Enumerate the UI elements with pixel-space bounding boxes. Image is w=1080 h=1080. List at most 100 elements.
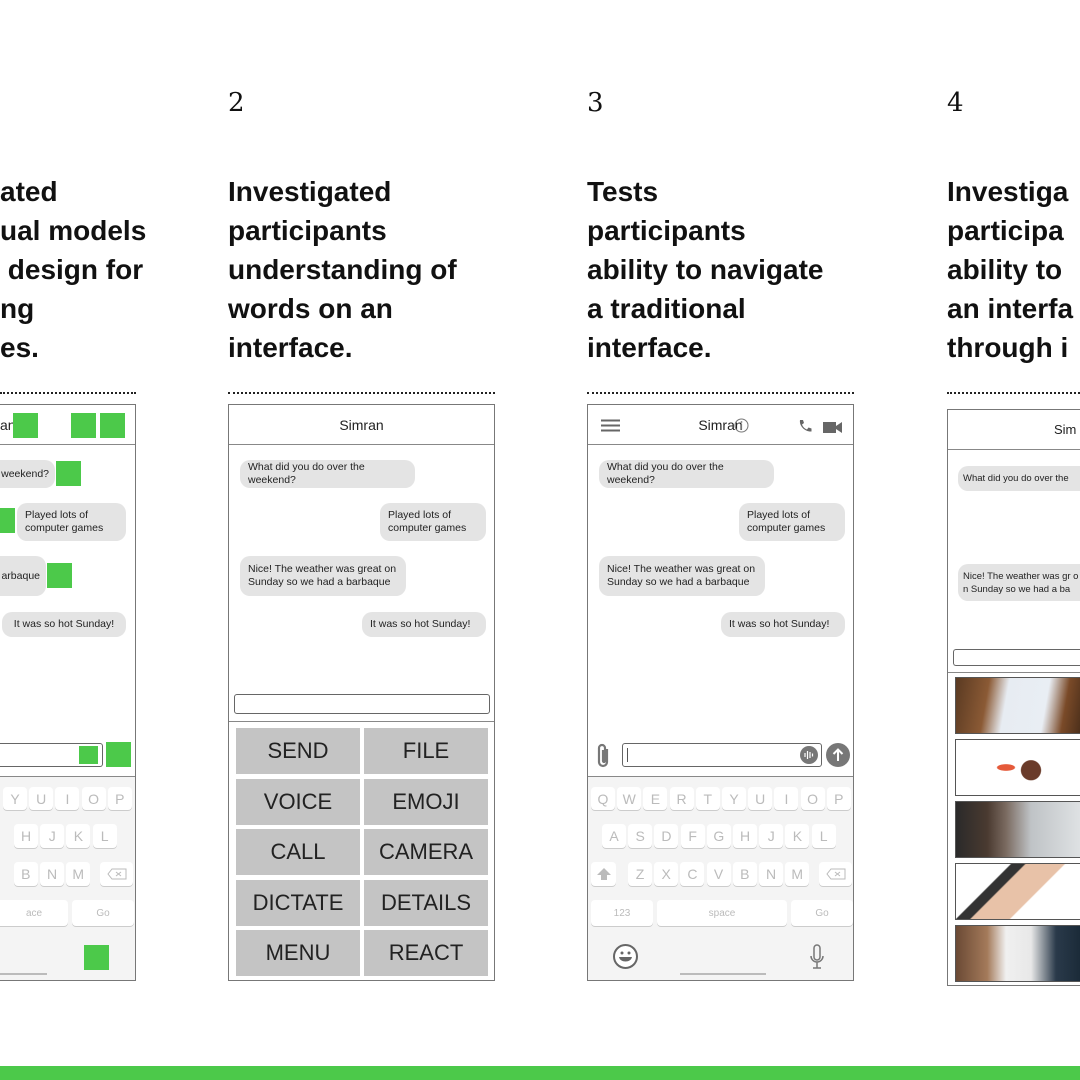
step-number: 4 [947,88,964,118]
microphone-icon[interactable] [809,944,825,975]
key-j[interactable]: J [759,824,784,848]
message-input[interactable] [234,694,490,714]
message-text: What did you do over the weekend? [607,461,724,486]
button-details[interactable]: DETAILS [364,879,488,926]
key-n[interactable]: N [40,862,64,886]
emoji-icon[interactable] [613,944,638,974]
button-menu[interactable]: MENU [236,930,360,976]
backspace-key[interactable] [100,862,133,886]
button-voice[interactable]: VOICE [236,778,360,825]
menu-photo[interactable] [955,925,1080,982]
button-dictate[interactable]: DICTATE [236,879,360,926]
microphone-photo[interactable] [955,863,1080,920]
message-input[interactable] [622,743,822,767]
message-input[interactable] [953,649,1080,666]
button-camera[interactable]: CAMERA [364,829,488,875]
title-line: ability to [947,254,1063,285]
key-h[interactable]: H [733,824,757,848]
key-j[interactable]: J [40,824,65,848]
key-h[interactable]: H [14,824,38,848]
key-c[interactable]: C [680,862,705,886]
message-bubble: weekend? [0,460,55,488]
green-icon-placeholder[interactable] [84,945,109,970]
shift-key[interactable] [591,862,616,886]
message-bubble: Played lots of computer games [17,503,126,541]
green-icon-placeholder[interactable] [13,413,38,438]
key-d[interactable]: D [654,824,679,848]
key-f[interactable]: F [680,824,705,848]
title-line: participa [947,215,1064,246]
button-emoji[interactable]: EMOJI [364,778,488,825]
key-x[interactable]: X [654,862,679,886]
key-o[interactable]: O [800,787,825,810]
go-key[interactable]: Go [72,900,134,926]
key-l[interactable]: L [92,824,117,848]
green-icon-placeholder[interactable] [106,742,131,767]
message-bubble: Played lots of computer games [380,503,486,541]
key-q[interactable]: Q [591,787,615,810]
message-text: Played lots of computer games [388,509,467,534]
numbers-key[interactable]: 123 [591,900,653,926]
message-text: It was so hot Sunday! [370,618,471,630]
phone-mockup-word-buttons: Simran What did you do over the weekend? P… [228,404,495,981]
key-n[interactable]: N [759,862,783,886]
backspace-key[interactable] [819,862,852,886]
message-bubble: It was so hot Sunday! [2,612,126,637]
green-icon-placeholder[interactable] [56,461,81,486]
key-s[interactable]: S [628,824,653,848]
voice-waveform-icon[interactable] [800,746,818,769]
key-a[interactable]: A [602,824,626,848]
key-k[interactable]: K [66,824,91,848]
key-p[interactable]: P [826,787,851,810]
envelope-photo[interactable] [955,677,1080,734]
key-r[interactable]: R [669,787,694,810]
dotted-divider [0,392,136,394]
key-i[interactable]: I [55,787,80,810]
key-u[interactable]: U [29,787,54,810]
voice-message-photo[interactable] [955,739,1080,796]
green-icon-placeholder[interactable] [100,413,125,438]
green-icon-placeholder[interactable] [0,508,15,533]
button-file[interactable]: FILE [364,728,488,774]
key-g[interactable]: G [706,824,731,848]
video-call-icon[interactable] [823,420,842,438]
key-y[interactable]: Y [3,787,27,810]
button-react[interactable]: REACT [364,930,488,976]
message-bubble: Nice! The weather was great on Sunday so… [599,556,765,596]
green-footer-bar [0,1066,1080,1080]
key-p[interactable]: P [107,787,132,810]
space-key[interactable]: space [657,900,787,926]
key-y[interactable]: Y [722,787,746,810]
phone-call-photo[interactable] [955,801,1080,858]
go-key[interactable]: Go [791,900,853,926]
key-b[interactable]: B [13,862,38,886]
button-call[interactable]: CALL [236,829,360,875]
green-icon-placeholder[interactable] [79,746,98,764]
contact-name: an [0,417,16,433]
key-m[interactable]: M [66,862,91,886]
key-w[interactable]: W [617,787,642,810]
key-o[interactable]: O [81,787,106,810]
title-line: a traditional [587,293,746,324]
button-send[interactable]: SEND [236,728,360,774]
send-arrow-icon[interactable] [826,743,850,772]
green-icon-placeholder[interactable] [71,413,96,438]
phone-call-icon[interactable] [798,419,812,438]
key-m[interactable]: M [785,862,810,886]
attachment-icon[interactable] [596,743,612,774]
key-k[interactable]: K [785,824,810,848]
key-b[interactable]: B [732,862,757,886]
key-l[interactable]: L [811,824,836,848]
key-t[interactable]: T [695,787,720,810]
key-u[interactable]: U [748,787,773,810]
key-v[interactable]: V [706,862,731,886]
dotted-divider [947,392,1080,394]
key-z[interactable]: Z [628,862,652,886]
space-key[interactable]: ace [0,900,68,926]
key-i[interactable]: I [774,787,799,810]
dotted-divider [587,392,854,394]
dotted-divider [228,392,495,394]
green-icon-placeholder[interactable] [47,563,72,588]
key-e[interactable]: E [643,787,668,810]
info-icon[interactable] [734,418,749,438]
